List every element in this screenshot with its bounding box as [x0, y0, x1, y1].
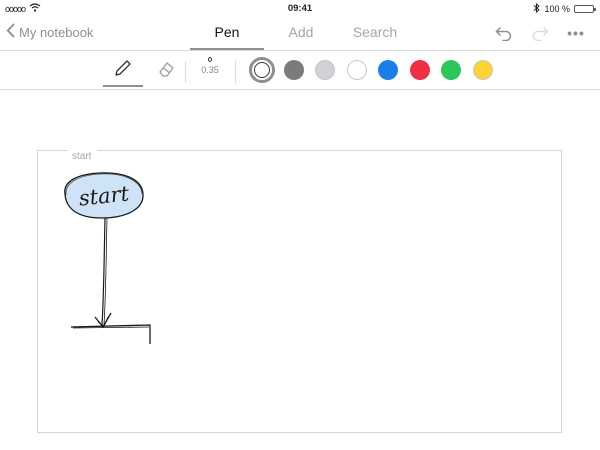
color-swatch[interactable]	[409, 60, 430, 80]
status-bar: ooooo 09:41 100 %	[0, 0, 600, 16]
color-swatch[interactable]	[283, 60, 304, 80]
pen-tool-button[interactable]	[103, 55, 143, 87]
canvas-title: start	[68, 143, 98, 163]
mode-tabs: Pen Add Search	[190, 16, 412, 50]
battery-icon	[574, 5, 596, 13]
pen-icon	[112, 57, 134, 84]
color-swatch[interactable]	[441, 60, 461, 80]
tab-search[interactable]: Search	[338, 16, 412, 50]
status-right: 100 %	[533, 2, 596, 15]
drawing-canvas[interactable]: start	[37, 150, 562, 433]
battery-percent: 100 %	[544, 4, 570, 14]
status-time: 09:41	[287, 3, 313, 14]
back-button[interactable]: My notebook	[6, 23, 93, 41]
tab-pen[interactable]: Pen	[190, 16, 264, 50]
nav-bar: My notebook Pen Add Search •••	[0, 16, 600, 51]
tab-add[interactable]: Add	[264, 16, 338, 50]
more-icon[interactable]: •••	[566, 24, 586, 42]
handwritten-flowchart: start	[64, 172, 151, 344]
stroke-width-dot-icon	[208, 57, 212, 62]
nav-actions: •••	[494, 24, 586, 42]
back-label: My notebook	[19, 24, 94, 40]
stroke-width-button[interactable]: 0.35	[193, 57, 227, 75]
stroke-width-value: 0.35	[201, 65, 219, 75]
chevron-left-icon	[6, 23, 15, 41]
color-swatch[interactable]	[315, 60, 335, 80]
color-swatch[interactable]	[249, 57, 275, 83]
toolbar-divider	[185, 61, 186, 83]
eraser-icon	[155, 58, 177, 85]
bluetooth-icon	[533, 2, 541, 15]
redo-icon[interactable]	[530, 24, 550, 42]
eraser-tool-button[interactable]	[146, 55, 186, 87]
toolbar-divider	[235, 61, 236, 83]
color-swatch[interactable]	[346, 60, 367, 80]
undo-icon[interactable]	[494, 24, 514, 42]
color-swatch[interactable]	[378, 60, 398, 80]
color-swatch[interactable]	[472, 60, 493, 80]
